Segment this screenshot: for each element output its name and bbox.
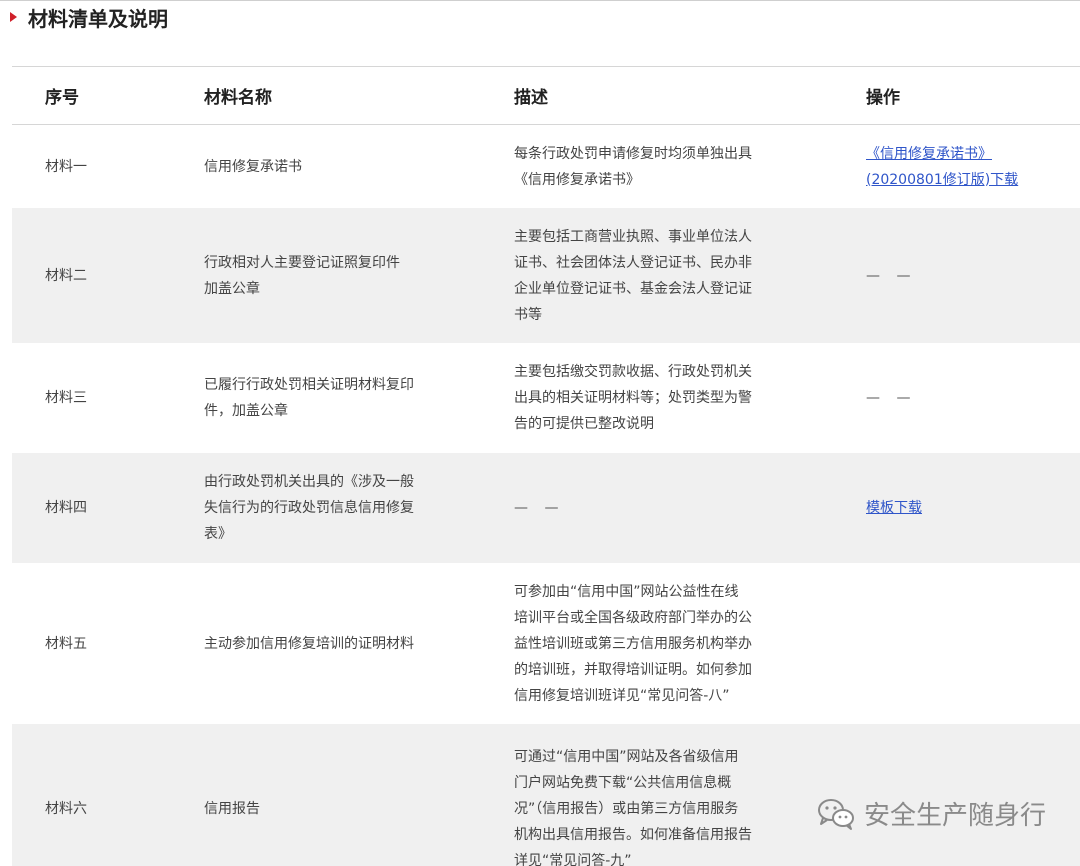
row-name: 已履行行政处罚相关证明材料复印 件，加盖公章 — [204, 343, 459, 453]
description-line: 证书、社会团体法人登记证书、民办非 — [514, 254, 752, 271]
row-name: 由行政处罚机关出具的《涉及一般 失信行为的行政处罚信息信用修复 表》 — [204, 453, 459, 563]
row-description: 可通过“信用中国”网站及各省级信用 门户网站免费下载“公共信用信息概 况”（信用… — [514, 724, 799, 866]
row-action: — — — [866, 267, 917, 284]
table-row: 材料一 信用修复承诺书 每条行政处罚申请修复时均须单独出具 《信用修复承诺书》 … — [12, 125, 1080, 208]
link-line[interactable]: 《信用修复承诺书》 — [866, 141, 1018, 167]
table-row: 材料二 行政相对人主要登记证照复印件 加盖公章 主要包括工商营业执照、事业单位法… — [12, 208, 1080, 343]
description-line: 信用修复培训班详见“常见问答-八” — [514, 687, 730, 704]
row-action — [866, 563, 1066, 724]
description-line: 主要包括工商营业执照、事业单位法人 — [514, 228, 752, 245]
description-line: 的培训班，并取得培训证明。如何参加 — [514, 661, 752, 678]
row-description: 主要包括缴交罚款收据、行政处罚机关 出具的相关证明材料等；处罚类型为警 告的可提… — [514, 343, 799, 453]
top-divider — [0, 0, 1080, 1]
page: 材料清单及说明 序号 材料名称 描述 操作 材料一 信用修复承诺书 每条行政处罚… — [0, 0, 1080, 866]
description-line: 告的可提供已整改说明 — [514, 416, 654, 432]
table-row: 材料五 主动参加信用修复培训的证明材料 可参加由“信用中国”网站公益性在线 培训… — [12, 563, 1080, 724]
triangle-bullet-icon — [10, 12, 17, 22]
wechat-icon — [817, 798, 854, 830]
row-index: 材料二 — [45, 267, 87, 284]
description-line: 企业单位登记证书、基金会法人登记证 — [514, 280, 752, 297]
name-line: 失信行为的行政处罚信息信用修复 — [204, 500, 414, 516]
table-row: 材料三 已履行行政处罚相关证明材料复印 件，加盖公章 主要包括缴交罚款收据、行政… — [12, 343, 1080, 453]
name-line: 已履行行政处罚相关证明材料复印 — [204, 377, 414, 393]
header-description: 描述 — [514, 88, 548, 108]
description-line: 每条行政处罚申请修复时均须单独出具 — [514, 145, 752, 162]
row-name: 主动参加信用修复培训的证明材料 — [204, 635, 414, 652]
description-line: 详见“常见问答-九” — [514, 853, 632, 866]
template-download-link[interactable]: 模板下载 — [866, 495, 922, 521]
description-line: 培训平台或全国各级政府部门举办的公 — [514, 609, 752, 626]
row-index: 材料四 — [45, 500, 87, 516]
watermark: 安全生产随身行 — [816, 795, 1046, 832]
description-line: 可参加由“信用中国”网站公益性在线 — [514, 583, 739, 600]
row-action: — — — [866, 390, 917, 406]
row-name: 行政相对人主要登记证照复印件 加盖公章 — [204, 208, 459, 343]
commitment-download-link[interactable]: 《信用修复承诺书》 (20200801修订版)下载 — [866, 141, 1018, 193]
description-line: 《信用修复承诺书》 — [514, 171, 640, 188]
link-line[interactable]: (20200801修订版)下载 — [866, 167, 1018, 193]
table-row: 材料四 由行政处罚机关出具的《涉及一般 失信行为的行政处罚信息信用修复 表》 —… — [12, 453, 1080, 563]
header-index: 序号 — [45, 88, 79, 108]
description-line: 出具的相关证明材料等；处罚类型为警 — [514, 390, 752, 406]
header-action: 操作 — [866, 88, 900, 108]
table-header-row: 序号 材料名称 描述 操作 — [12, 66, 1080, 125]
row-index: 材料五 — [45, 635, 87, 652]
description-line: 益性培训班或第三方信用服务机构举办 — [514, 635, 752, 652]
materials-table: 序号 材料名称 描述 操作 材料一 信用修复承诺书 每条行政处罚申请修复时均须单… — [12, 66, 1080, 866]
name-line: 表》 — [204, 526, 232, 542]
watermark-text: 安全生产随身行 — [863, 801, 1046, 831]
row-index: 材料一 — [45, 158, 87, 175]
name-line: 行政相对人主要登记证照复印件 — [204, 254, 400, 271]
row-action: 《信用修复承诺书》 (20200801修订版)下载 — [866, 125, 1066, 208]
name-line: 件，加盖公章 — [204, 403, 288, 419]
name-line: 加盖公章 — [204, 280, 260, 297]
section-title-text: 材料清单及说明 — [28, 6, 168, 31]
description-line: 门户网站免费下载“公共信用信息概 — [514, 775, 732, 791]
row-description: 主要包括工商营业执照、事业单位法人 证书、社会团体法人登记证书、民办非 企业单位… — [514, 208, 799, 343]
description-line: 可通过“信用中国”网站及各省级信用 — [514, 749, 739, 765]
section-title: 材料清单及说明 — [10, 4, 168, 31]
row-index: 材料六 — [45, 801, 87, 817]
row-name: 信用报告 — [204, 801, 260, 817]
row-description: 每条行政处罚申请修复时均须单独出具 《信用修复承诺书》 — [514, 125, 799, 208]
description-line: 机构出具信用报告。如何准备信用报告 — [514, 827, 752, 843]
description-line: 书等 — [514, 306, 542, 323]
row-action: 模板下载 — [866, 453, 1066, 563]
description-line: 主要包括缴交罚款收据、行政处罚机关 — [514, 364, 752, 380]
row-name: 信用修复承诺书 — [204, 158, 302, 175]
header-name: 材料名称 — [204, 88, 272, 108]
row-description: 可参加由“信用中国”网站公益性在线 培训平台或全国各级政府部门举办的公 益性培训… — [514, 563, 799, 724]
row-index: 材料三 — [45, 390, 87, 406]
name-line: 由行政处罚机关出具的《涉及一般 — [204, 474, 414, 490]
row-description: — — — [514, 500, 565, 516]
description-line: 况”（信用报告）或由第三方信用服务 — [514, 801, 739, 817]
